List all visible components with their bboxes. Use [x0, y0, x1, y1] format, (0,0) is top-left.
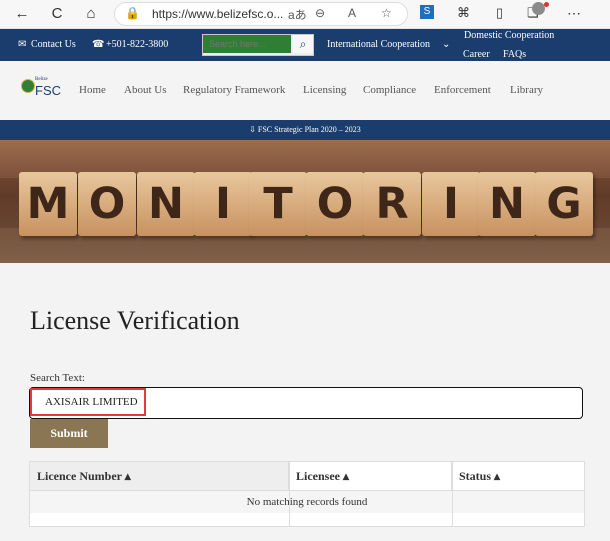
nav-regulatory-framework[interactable]: Regulatory Framework	[183, 84, 285, 96]
banner-letter: G	[535, 172, 593, 236]
reload-button[interactable]: C	[47, 4, 67, 24]
text-size-icon[interactable]: A	[348, 6, 356, 20]
international-cooperation-link[interactable]: International Cooperation	[327, 39, 430, 50]
banner-letter: R	[363, 172, 421, 236]
strategic-plan-bar[interactable]: ⇩ FSC Strategic Plan 2020 – 2023	[0, 120, 610, 140]
license-search-field[interactable]: AXISAIR LIMITED	[29, 387, 583, 419]
nav-enforcement[interactable]: Enforcement	[434, 84, 491, 96]
main-navigation: Belize FSC Home About Us Regulatory Fram…	[0, 61, 610, 120]
banner-letter: N	[478, 172, 536, 236]
career-link[interactable]: Career	[463, 49, 490, 60]
status-header[interactable]: Status ▴	[452, 462, 584, 490]
back-button[interactable]: ←	[12, 4, 32, 24]
page-title: License Verification	[30, 306, 240, 335]
blank-table-row	[30, 513, 584, 526]
banner-letter: O	[306, 172, 364, 236]
logo-main-text: FSC	[35, 83, 61, 98]
contact-link[interactable]: Contact Us	[31, 39, 76, 50]
chevron-down-icon: ⌄	[442, 39, 451, 50]
results-table: Licence Number ▴ Licensee ▴ Status ▴ No …	[29, 461, 585, 527]
search-label: Search Text:	[30, 372, 85, 384]
licence-number-header[interactable]: Licence Number ▴	[30, 462, 289, 490]
banner-letter: M	[19, 172, 77, 236]
banner-letter: O	[78, 172, 136, 236]
banner-letter: N	[137, 172, 195, 236]
strategic-plan-link[interactable]: FSC Strategic Plan 2020 – 2023	[258, 125, 361, 134]
empty-results-row: No matching records found	[30, 490, 584, 514]
notification-dot	[544, 2, 549, 7]
submit-button[interactable]: Submit	[30, 419, 108, 448]
banner-letter: I	[194, 172, 252, 236]
site-search: ⌕	[202, 34, 314, 56]
monitoring-banner: M O N I T O R I N G	[0, 140, 610, 263]
fsc-logo[interactable]: Belize FSC	[21, 77, 61, 104]
nav-compliance[interactable]: Compliance	[363, 84, 416, 96]
faqs-link[interactable]: FAQs	[503, 49, 526, 60]
download-icon: ⇩	[249, 125, 256, 134]
search-icon[interactable]: ⌕	[293, 35, 313, 53]
top-contact-bar: ✉ Contact Us ☎ +501-822-3800 ⌕ Internati…	[0, 29, 610, 61]
home-button[interactable]: ⌂	[81, 4, 101, 24]
extension-icon[interactable]: S	[420, 5, 434, 19]
puzzle-icon[interactable]: ⌘	[457, 5, 470, 21]
mail-icon: ✉	[18, 39, 27, 50]
zoom-out-icon[interactable]: ⊖	[315, 6, 325, 20]
column-divider	[289, 462, 290, 526]
address-bar[interactable]: 🔒 https://www.belizefsc.o... aあ ⊖ A ☆	[114, 2, 408, 26]
search-input[interactable]	[203, 35, 291, 53]
phone-icon: ☎	[92, 39, 105, 50]
domestic-cooperation-link[interactable]: Domestic Cooperation	[464, 30, 554, 41]
banner-letter: T	[249, 172, 307, 236]
banner-letter: I	[422, 172, 480, 236]
licensee-header[interactable]: Licensee ▴	[289, 462, 452, 490]
license-verification-content: License Verification Search Text: AXISAI…	[0, 263, 610, 541]
read-aloud-icon[interactable]: aあ	[288, 6, 307, 23]
split-screen-icon[interactable]: ▯	[496, 5, 503, 21]
lock-icon: 🔒	[125, 6, 140, 20]
logo-small-text: Belize	[35, 77, 48, 82]
nav-home[interactable]: Home	[79, 84, 106, 96]
browser-toolbar: ← C ⌂ 🔒 https://www.belizefsc.o... aあ ⊖ …	[0, 0, 610, 29]
globe-icon	[21, 79, 35, 93]
phone-link[interactable]: +501-822-3800	[106, 39, 168, 50]
nav-about-us[interactable]: About Us	[124, 84, 166, 96]
column-divider	[452, 462, 453, 526]
url-text[interactable]: https://www.belizefsc.o...	[152, 7, 283, 21]
query-value[interactable]: AXISAIR LIMITED	[45, 396, 138, 408]
nav-licensing[interactable]: Licensing	[303, 84, 346, 96]
more-icon[interactable]: ⋯	[567, 5, 581, 22]
nav-library[interactable]: Library	[510, 84, 543, 96]
favorite-icon[interactable]: ☆	[381, 6, 392, 20]
